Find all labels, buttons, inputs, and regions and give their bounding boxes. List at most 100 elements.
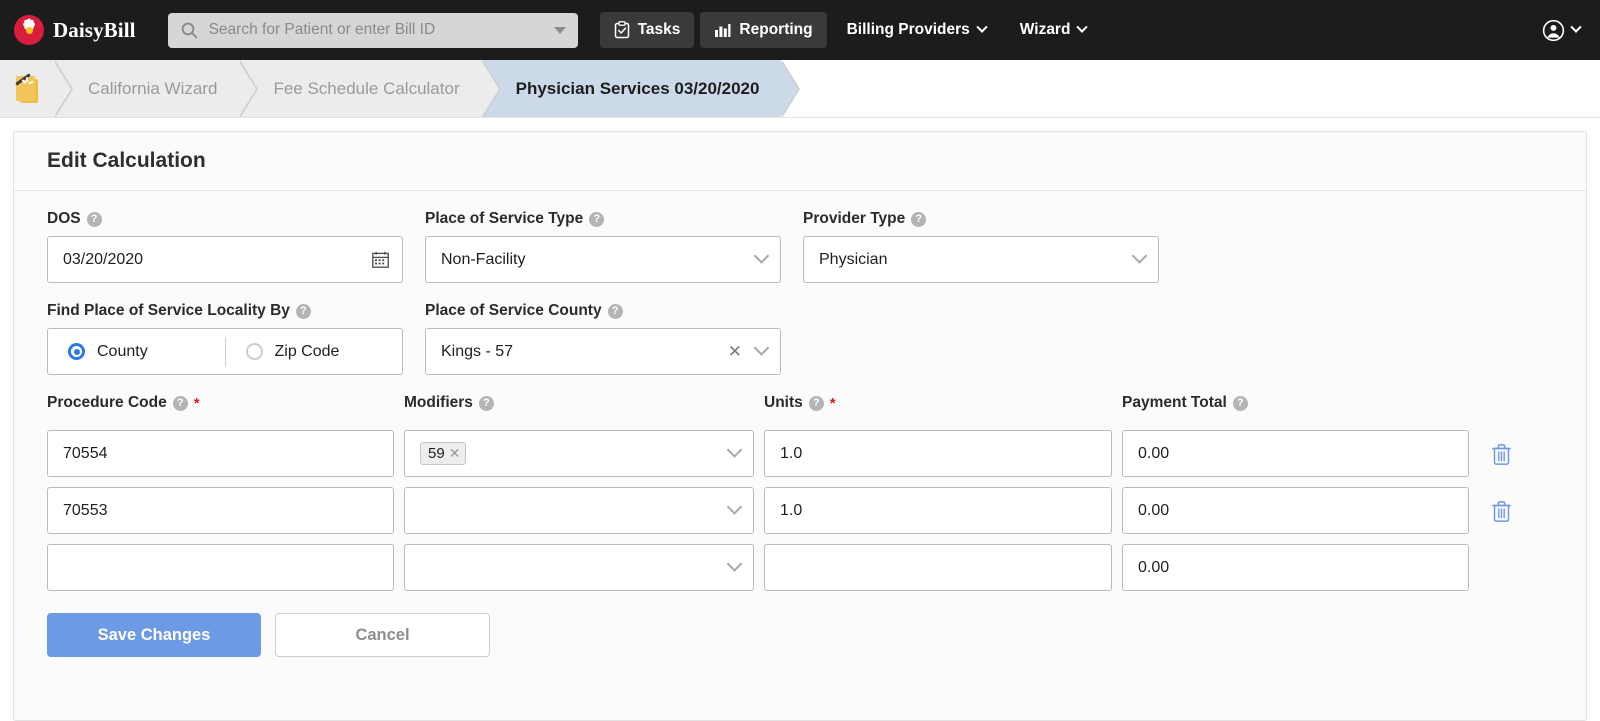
calendar-icon[interactable]: [372, 251, 389, 268]
card-header: Edit Calculation: [14, 132, 1586, 191]
label-text: Units: [764, 394, 803, 411]
form-actions: Save Changes Cancel: [47, 613, 1553, 657]
procedure-code-value: 70553: [63, 501, 108, 519]
breadcrumb-item-california-wizard[interactable]: California Wizard: [54, 60, 259, 117]
modifier-tag[interactable]: 59 ✕: [420, 442, 467, 465]
payment-total-value: 0.00: [1138, 501, 1170, 519]
nav-item-label: Wizard: [1019, 21, 1071, 38]
search-input[interactable]: Search for Patient or enter Bill ID: [167, 12, 578, 48]
radio-label: County: [97, 342, 148, 360]
units-value: 1.0: [780, 444, 803, 462]
procedure-code-value: 70554: [63, 444, 108, 462]
chevron-down-icon: [753, 248, 770, 264]
table-row: 70553 1.0 0.00: [47, 487, 1553, 534]
radio-label: Zip Code: [274, 342, 340, 360]
chevron-down-icon: [726, 499, 743, 515]
page-title: Edit Calculation: [47, 149, 206, 172]
units-input[interactable]: 1.0: [764, 430, 1112, 477]
form-row-2-spacer: [803, 302, 1159, 375]
question-circle-icon[interactable]: ?: [86, 211, 102, 227]
field-label-place-of-service-type: Place of Service Type ?: [425, 210, 781, 228]
nav-item-tasks[interactable]: Tasks: [599, 12, 695, 48]
breadcrumb-item-fee-schedule-calculator[interactable]: Fee Schedule Calculator: [239, 60, 501, 117]
wizard-document-icon: [14, 72, 40, 104]
payment-total-input[interactable]: 0.00: [1122, 544, 1469, 591]
label-text: Modifiers: [404, 394, 473, 411]
field-place-of-service-county: Place of Service County ? Kings - 57 ✕: [425, 302, 781, 375]
radio-option-county[interactable]: County: [48, 343, 225, 361]
account-menu[interactable]: [1542, 0, 1582, 60]
question-circle-icon[interactable]: ?: [1232, 395, 1248, 411]
nav-items: Tasks Reporting Billing Providers Wizard: [599, 12, 1101, 48]
radio-option-zip-code[interactable]: Zip Code: [226, 343, 403, 361]
nav-item-label: Billing Providers: [846, 21, 970, 38]
breadcrumb-item-physician-services[interactable]: Physician Services 03/20/2020: [481, 60, 801, 117]
payment-total-input[interactable]: 0.00: [1122, 487, 1469, 534]
dos-value: 03/20/2020: [63, 250, 144, 268]
provider-type-select[interactable]: Physician: [803, 236, 1159, 283]
modifiers-select[interactable]: [404, 487, 754, 534]
trash-icon[interactable]: [1491, 443, 1511, 465]
brand-logo[interactable]: DaisyBill: [14, 15, 150, 45]
chevron-down-icon: [726, 442, 743, 458]
place-of-service-type-select[interactable]: Non-Facility: [425, 236, 781, 283]
required-marker: *: [193, 394, 200, 412]
caret-down-icon[interactable]: [553, 26, 566, 34]
x-icon[interactable]: ✕: [449, 445, 461, 462]
field-label-place-of-service-county: Place of Service County ?: [425, 302, 781, 320]
breadcrumb-label: Fee Schedule Calculator: [273, 78, 460, 98]
place-of-service-county-select[interactable]: Kings - 57 ✕: [425, 328, 781, 375]
units-input[interactable]: [764, 544, 1112, 591]
trash-icon[interactable]: [1491, 500, 1511, 522]
save-changes-button[interactable]: Save Changes: [47, 613, 261, 657]
card-body: DOS ? 03/20/2020 Place of Service Type ?…: [14, 191, 1586, 657]
payment-total-value: 0.00: [1138, 444, 1170, 462]
chevron-down-icon: [726, 556, 743, 572]
cancel-button[interactable]: Cancel: [275, 613, 490, 657]
question-circle-icon[interactable]: ?: [911, 211, 927, 227]
brand-name: DaisyBill: [53, 17, 136, 42]
place-of-service-type-value: Non-Facility: [441, 250, 526, 268]
question-circle-icon[interactable]: ?: [607, 303, 623, 319]
chevron-down-icon: [1131, 248, 1148, 264]
label-text: DOS: [47, 210, 81, 227]
search-placeholder: Search for Patient or enter Bill ID: [208, 21, 436, 38]
modifiers-select[interactable]: 59 ✕: [404, 430, 754, 477]
field-locality-by: Find Place of Service Locality By ? Coun…: [47, 302, 403, 375]
payment-total-input[interactable]: 0.00: [1122, 430, 1469, 477]
procedure-code-input[interactable]: 70554: [47, 430, 394, 477]
table-row: 0.00: [47, 544, 1553, 591]
nav-item-label: Tasks: [637, 21, 681, 38]
procedure-code-input[interactable]: 70553: [47, 487, 394, 534]
table-row: 70554 59 ✕ 1.0 0.00: [47, 430, 1553, 477]
x-icon[interactable]: ✕: [728, 343, 742, 360]
breadcrumb: California Wizard Fee Schedule Calculato…: [0, 60, 1600, 118]
dos-input[interactable]: 03/20/2020: [47, 236, 403, 283]
units-value: 1.0: [780, 501, 803, 519]
nav-item-reporting[interactable]: Reporting: [700, 12, 827, 48]
label-text: Procedure Code: [47, 394, 167, 411]
breadcrumb-item-wizard-icon[interactable]: [0, 60, 73, 117]
procedure-code-input[interactable]: [47, 544, 394, 591]
question-circle-icon[interactable]: ?: [589, 211, 605, 227]
form-row-1: DOS ? 03/20/2020 Place of Service Type ?…: [47, 210, 1553, 283]
column-header-payment-total: Payment Total ?: [1122, 394, 1469, 412]
field-label-dos: DOS ?: [47, 210, 403, 228]
field-place-of-service-type: Place of Service Type ? Non-Facility: [425, 210, 781, 283]
question-circle-icon[interactable]: ?: [295, 303, 311, 319]
question-circle-icon[interactable]: ?: [478, 395, 494, 411]
nav-item-wizard[interactable]: Wizard: [1006, 12, 1101, 48]
question-circle-icon[interactable]: ?: [808, 395, 824, 411]
modifiers-value: 59 ✕: [420, 442, 729, 465]
question-circle-icon[interactable]: ?: [172, 395, 188, 411]
chevron-down-icon: [1076, 21, 1089, 33]
required-marker: *: [829, 394, 836, 412]
nav-item-billing-providers[interactable]: Billing Providers: [833, 12, 1000, 48]
edit-calculation-card: Edit Calculation DOS ? 03/20/2020 Place …: [13, 131, 1587, 721]
label-text: Find Place of Service Locality By: [47, 302, 290, 319]
chevron-down-icon: [976, 21, 988, 33]
field-dos: DOS ? 03/20/2020: [47, 210, 403, 283]
units-input[interactable]: 1.0: [764, 487, 1112, 534]
field-provider-type: Provider Type ? Physician: [803, 210, 1159, 283]
modifiers-select[interactable]: [404, 544, 754, 591]
